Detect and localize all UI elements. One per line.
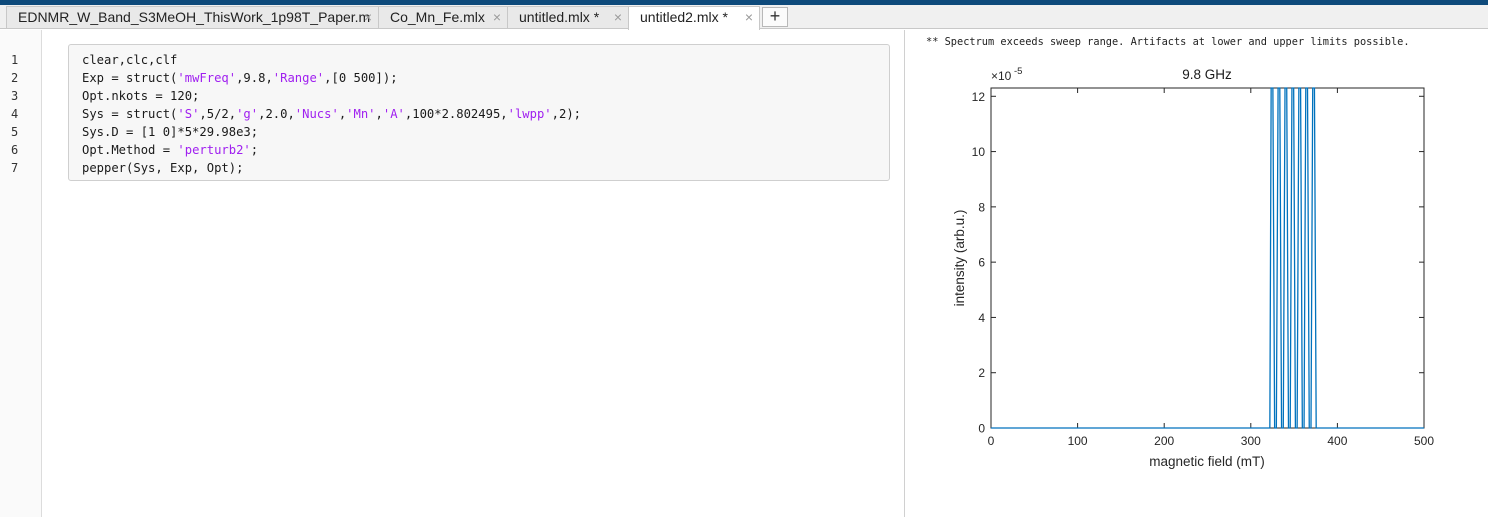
x-tick-label: 500	[1414, 434, 1434, 448]
x-tick-label: 200	[1154, 434, 1174, 448]
code-line-3[interactable]: Opt.nkots = 120;	[82, 87, 199, 105]
line-number: 5	[11, 125, 19, 139]
line-number: 6	[11, 143, 19, 157]
line-number: 3	[11, 89, 19, 103]
x-tick-label: 100	[1068, 434, 1088, 448]
y-tick-label: 0	[978, 422, 985, 436]
add-tab-button[interactable]: +	[762, 7, 788, 27]
y-tick-label: 12	[972, 90, 986, 104]
output-divider[interactable]	[904, 30, 905, 517]
line-number: 4	[11, 107, 19, 121]
close-icon[interactable]: ×	[614, 7, 622, 28]
code-line-2[interactable]: Exp = struct('mwFreq',9.8,'Range',[0 500…	[82, 69, 398, 87]
y-tick-label: 2	[978, 366, 985, 380]
code-line-1[interactable]: clear,clc,clf	[82, 51, 177, 69]
tab-label: untitled2.mlx *	[640, 9, 728, 25]
plus-icon: +	[769, 6, 781, 26]
warning-message: ** Spectrum exceeds sweep range. Artifac…	[926, 36, 1410, 48]
y-axis-label: intensity (arb.u.)	[952, 210, 967, 307]
y-tick-label: 4	[978, 311, 985, 325]
code-line-5[interactable]: Sys.D = [1 0]*5*29.98e3;	[82, 123, 258, 141]
code-line-4[interactable]: Sys = struct('S',5/2,'g',2.0,'Nucs','Mn'…	[82, 105, 581, 123]
tab-label: Co_Mn_Fe.mlx	[390, 9, 485, 25]
tab-strip: EDNMR_W_Band_S3MeOH_ThisWork_1p98T_Paper…	[0, 5, 1488, 30]
tab-co-mn-fe[interactable]: Co_Mn_Fe.mlx ×	[378, 6, 508, 28]
x-tick-label: 400	[1327, 434, 1347, 448]
y-exponent-power: -5	[1014, 66, 1022, 77]
code-line-7[interactable]: pepper(Sys, Exp, Opt);	[82, 159, 243, 177]
x-tick-label: 0	[988, 434, 995, 448]
close-icon[interactable]: ×	[493, 7, 501, 28]
tab-label: untitled.mlx *	[519, 9, 600, 25]
close-icon[interactable]: ×	[745, 7, 753, 28]
y-exponent-base: ×10	[991, 69, 1012, 83]
line-number: 2	[11, 71, 19, 85]
line-number: 1	[11, 53, 19, 67]
line-number: 7	[11, 161, 19, 175]
close-icon[interactable]: ×	[364, 7, 372, 28]
x-tick-label: 300	[1241, 434, 1261, 448]
y-tick-label: 6	[978, 256, 985, 270]
tab-untitled2[interactable]: untitled2.mlx * ×	[628, 6, 760, 30]
chart-title: 9.8 GHz	[1182, 67, 1232, 82]
x-axis-label: magnetic field (mT)	[1149, 454, 1265, 469]
tab-untitled[interactable]: untitled.mlx * ×	[507, 6, 629, 28]
plot-area	[990, 87, 1425, 429]
y-tick-label: 10	[972, 145, 986, 159]
y-tick-label: 8	[978, 200, 985, 214]
tab-ednmr-script[interactable]: EDNMR_W_Band_S3MeOH_ThisWork_1p98T_Paper…	[6, 6, 379, 28]
spectrum-plot[interactable]: 0 2 4 6 8 10 12 0 100 200 300 400 500 9.8 GHz magne…	[940, 60, 1460, 480]
line-number-gutter: 1 2 3 4 5 6 7	[0, 30, 42, 517]
code-line-6[interactable]: Opt.Method = 'perturb2';	[82, 141, 258, 159]
tab-label: EDNMR_W_Band_S3MeOH_ThisWork_1p98T_Paper…	[18, 9, 371, 25]
